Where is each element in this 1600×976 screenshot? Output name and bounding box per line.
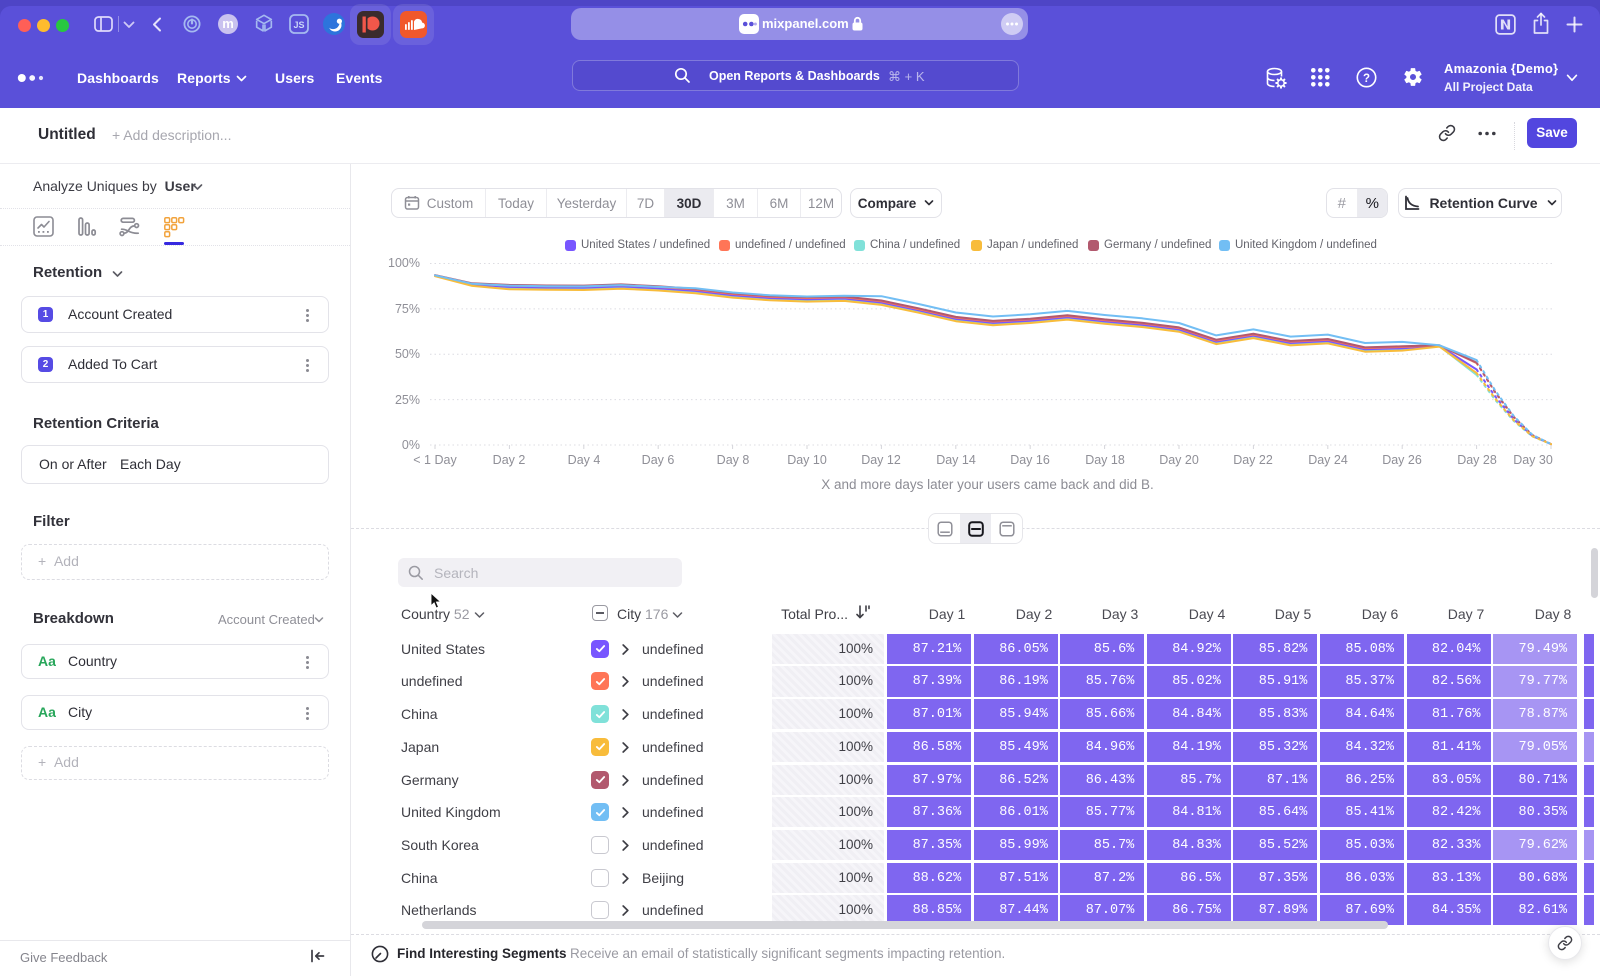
svg-text:?: ? [1363, 73, 1370, 85]
svg-text:JS: JS [293, 20, 304, 30]
